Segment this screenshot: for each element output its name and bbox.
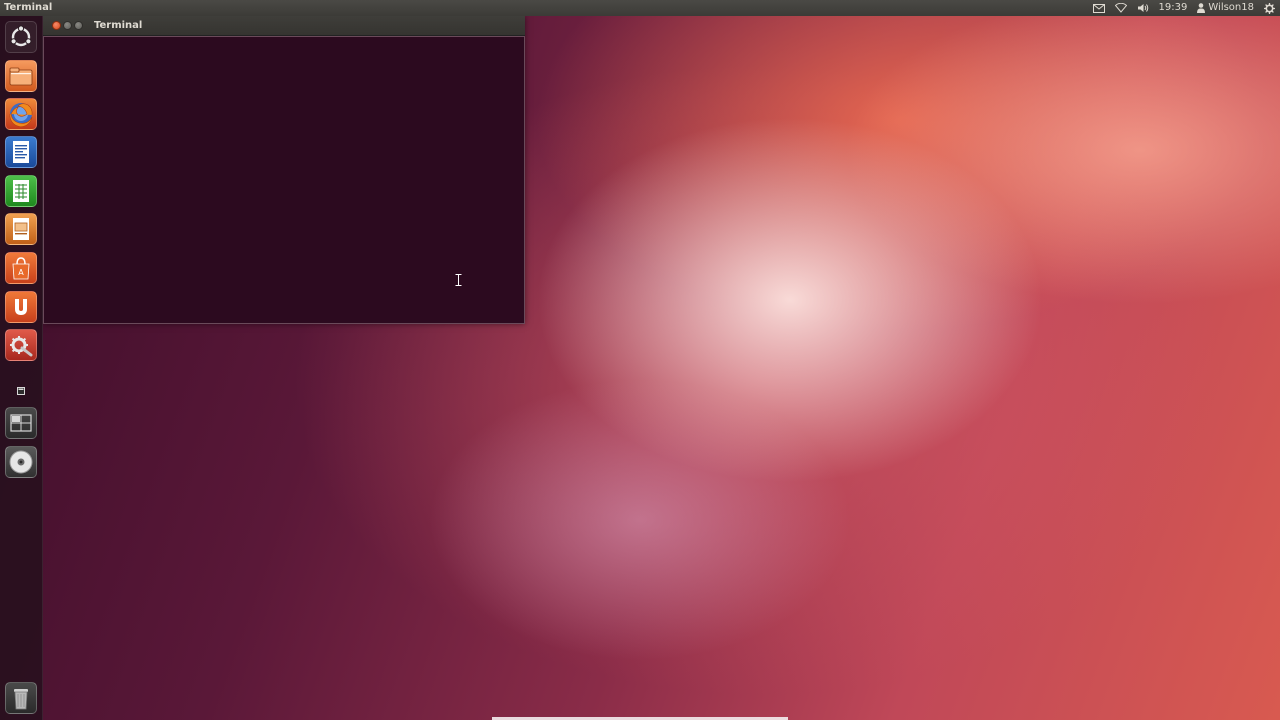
impress-presentation-icon (13, 218, 29, 240)
clock[interactable]: 19:39 (1154, 0, 1193, 16)
indicator-area: 19:39 Wilson18 (1088, 0, 1280, 16)
maximize-button[interactable] (74, 21, 83, 30)
launcher-files[interactable] (5, 60, 37, 92)
shopping-bag-icon: A (12, 257, 30, 280)
launcher-libreoffice-writer[interactable] (5, 136, 37, 168)
ubuntu-logo-icon (10, 25, 32, 47)
settings-wrench-icon (10, 336, 33, 357)
ibeam-cursor-icon (455, 274, 462, 286)
launcher-system-settings[interactable] (5, 329, 37, 361)
active-app-title: Terminal (4, 2, 53, 13)
launcher-dash-home[interactable] (5, 21, 37, 53)
terminal-content-area[interactable] (43, 36, 525, 324)
session-gear-icon[interactable] (1259, 0, 1280, 16)
firefox-icon (9, 103, 33, 127)
window-title: Terminal (94, 20, 143, 31)
launcher-software-center[interactable]: A (5, 252, 37, 284)
close-button[interactable] (52, 21, 61, 30)
user-menu[interactable]: Wilson18 (1192, 0, 1259, 16)
launcher-ubuntu-one[interactable] (5, 291, 37, 323)
top-panel: Terminal 19:39 Wilson18 (0, 0, 1280, 16)
workspace-icon (10, 414, 32, 432)
calc-spreadsheet-icon (13, 180, 29, 202)
launcher-terminal[interactable] (17, 380, 25, 395)
network-icon[interactable] (1110, 0, 1132, 16)
desktop[interactable]: Terminal 19:39 Wilson18 A Terminal (0, 0, 1280, 720)
mail-icon[interactable] (1088, 0, 1110, 16)
folder-icon (9, 67, 33, 86)
launcher-trash[interactable] (5, 682, 37, 714)
launcher: A (0, 16, 43, 720)
minimize-button[interactable] (63, 21, 72, 30)
launcher-workspace-switcher[interactable] (5, 407, 37, 439)
volume-icon[interactable] (1132, 0, 1154, 16)
launcher-firefox[interactable] (5, 98, 37, 130)
launcher-libreoffice-calc[interactable] (5, 175, 37, 207)
user-name: Wilson18 (1208, 2, 1254, 13)
terminal-icon (17, 387, 25, 395)
writer-document-icon (13, 141, 29, 163)
terminal-titlebar[interactable]: Terminal (43, 16, 525, 36)
cd-icon (9, 450, 33, 474)
trash-icon (14, 689, 28, 710)
launcher-libreoffice-impress[interactable] (5, 213, 37, 245)
launcher-optical-drive[interactable] (5, 446, 37, 478)
svg-text:A: A (18, 268, 24, 277)
ubuntu-one-icon (15, 299, 27, 315)
user-icon (1197, 3, 1206, 13)
terminal-window[interactable]: Terminal (43, 16, 525, 324)
